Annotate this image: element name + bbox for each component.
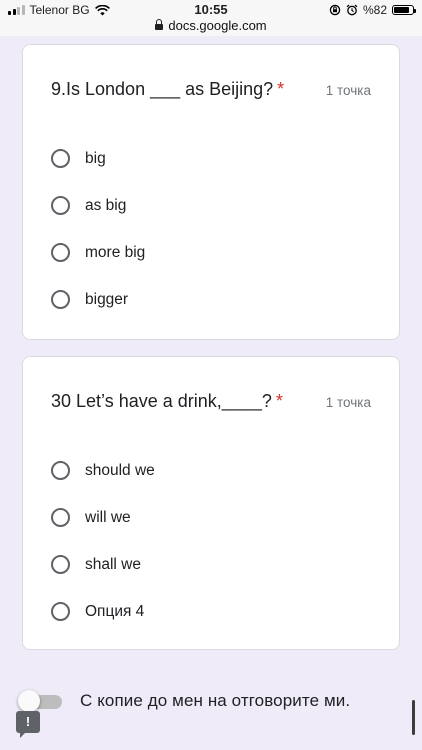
status-bar: Telenor BG 10:55 docs.google.com %82 xyxy=(0,0,422,36)
radio-button[interactable] xyxy=(51,555,70,574)
radio-button[interactable] xyxy=(51,290,70,309)
option-label[interactable]: more big xyxy=(85,244,145,262)
radio-button[interactable] xyxy=(51,461,70,480)
required-asterisk: * xyxy=(277,79,285,99)
option-row[interactable]: Опция 4 xyxy=(51,588,155,635)
option-row[interactable]: shall we xyxy=(51,541,155,588)
scrollbar-thumb[interactable] xyxy=(412,700,415,735)
question-title: 30 Let’s have a drink,____? * xyxy=(51,391,283,412)
question-title: 9.Is London ___ as Beijing? * xyxy=(51,79,284,100)
option-label[interactable]: will we xyxy=(85,509,131,527)
option-row[interactable]: big xyxy=(51,135,145,182)
option-label[interactable]: as big xyxy=(85,197,126,215)
question-points: 1 точка xyxy=(325,395,371,410)
email-copy-label[interactable]: С копие до мен на отговорите ми. xyxy=(80,691,350,711)
battery-icon xyxy=(392,5,416,15)
question-card: 30 Let’s have a drink,____? * 1 точка sho… xyxy=(22,356,400,650)
option-list: big as big more big bigger xyxy=(51,135,145,323)
battery-level xyxy=(394,7,409,13)
email-copy-toggle-row[interactable]: С копие до мен на отговорите ми. xyxy=(18,690,350,712)
question-text: 9.Is London ___ as Beijing? xyxy=(51,79,274,99)
option-row[interactable]: as big xyxy=(51,182,145,229)
option-list: should we will we shall we Опция 4 xyxy=(51,447,155,635)
url-bar[interactable]: docs.google.com xyxy=(0,18,422,33)
radio-button[interactable] xyxy=(51,243,70,262)
report-feedback-icon[interactable]: ! xyxy=(16,711,40,738)
toggle-thumb[interactable] xyxy=(18,690,40,712)
option-label[interactable]: should we xyxy=(85,462,155,480)
question-card: 9.Is London ___ as Beijing? * 1 точка big… xyxy=(22,44,400,340)
alarm-icon xyxy=(346,4,358,16)
option-label[interactable]: bigger xyxy=(85,291,128,309)
email-copy-toggle[interactable] xyxy=(18,690,64,712)
question-text: 30 Let’s have a drink,____? xyxy=(51,391,272,411)
option-label[interactable]: big xyxy=(85,150,106,168)
radio-button[interactable] xyxy=(51,602,70,621)
rotation-lock-icon xyxy=(329,4,341,16)
question-points: 1 точка xyxy=(325,83,371,98)
option-row[interactable]: should we xyxy=(51,447,155,494)
option-label[interactable]: shall we xyxy=(85,556,141,574)
battery-percent: %82 xyxy=(362,3,387,17)
option-row[interactable]: bigger xyxy=(51,276,145,323)
option-row[interactable]: more big xyxy=(51,229,145,276)
url-text: docs.google.com xyxy=(168,18,267,33)
option-row[interactable]: will we xyxy=(51,494,155,541)
required-asterisk: * xyxy=(275,391,283,411)
radio-button[interactable] xyxy=(51,508,70,527)
option-label[interactable]: Опция 4 xyxy=(85,603,144,621)
lock-icon xyxy=(155,19,164,30)
radio-button[interactable] xyxy=(51,149,70,168)
radio-button[interactable] xyxy=(51,196,70,215)
status-right: %82 xyxy=(329,3,416,17)
